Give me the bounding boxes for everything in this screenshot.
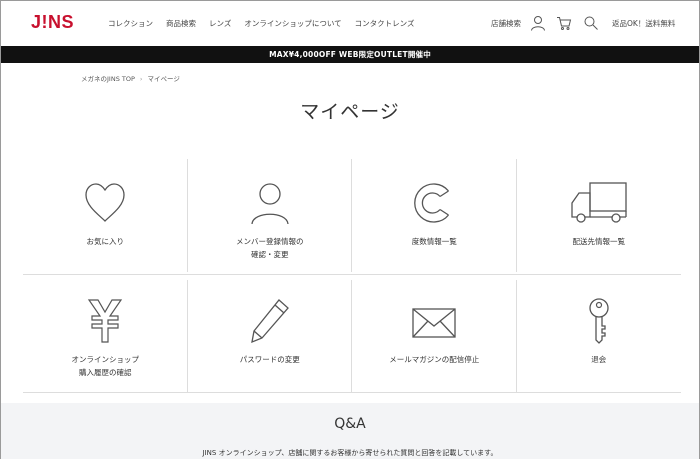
c-ring-icon xyxy=(414,183,450,223)
menu-withdraw[interactable]: 退会 xyxy=(517,280,682,397)
menu-label-prescription-list: 度数情報一覧 xyxy=(411,237,457,246)
free-shipping-note[interactable]: 返品OK！送料無料 xyxy=(612,18,675,29)
menu-member-info[interactable]: メンバー登録情報の 確認・変更 xyxy=(188,159,353,276)
store-search-link[interactable]: 店舗検索 xyxy=(491,18,521,29)
menu-purchase-history[interactable]: オンラインショップ 購入履歴の確認 xyxy=(23,280,188,397)
main-nav: コレクション 商品検索 レンズ オンラインショップについて コンタクトレンズ xyxy=(108,18,428,29)
breadcrumb-home[interactable]: メガネのJINS TOP xyxy=(81,75,135,83)
heart-icon xyxy=(85,183,125,222)
nav-item-product-search[interactable]: 商品検索 xyxy=(166,18,196,29)
jins-logo[interactable]: J!NS xyxy=(31,12,74,33)
menu-label-newsletter-unsubscribe: メールマガジンの配信停止 xyxy=(389,355,480,364)
yen-icon xyxy=(88,299,123,343)
search-icon[interactable] xyxy=(583,15,599,31)
menu-label-favorites: お気に入り xyxy=(86,237,125,246)
menu-favorites[interactable]: お気に入り xyxy=(23,159,188,276)
cart-icon[interactable] xyxy=(556,15,572,31)
nav-item-lens[interactable]: レンズ xyxy=(209,18,231,29)
breadcrumb: メガネのJINS TOP › マイページ xyxy=(81,73,180,83)
menu-label-shipping-address-list: 配送先情報一覧 xyxy=(572,237,626,246)
mypage-menu-grid: お気に入り メンバー登録情報の 確認・変更 度数情報一覧 配送先情報一覧 オンラ… xyxy=(23,159,681,393)
qa-description: JINS オンラインショップ、店舗に関するお客様から寄せられた質問と回答を記載し… xyxy=(202,449,498,457)
envelope-icon xyxy=(412,308,456,338)
truck-icon xyxy=(571,182,627,223)
qa-title: Q&A xyxy=(334,416,366,432)
nav-item-contact-lens[interactable]: コンタクトレンズ xyxy=(355,18,415,29)
user-icon[interactable] xyxy=(530,15,546,31)
person-icon xyxy=(251,183,289,225)
breadcrumb-current: マイページ xyxy=(147,75,180,83)
qa-section: Q&A JINS オンラインショップ、店舗に関するお客様から寄せられた質問と回答… xyxy=(1,403,699,459)
pencil-icon xyxy=(250,299,289,344)
site-header: J!NS コレクション 商品検索 レンズ オンラインショップについて コンタクト… xyxy=(1,1,699,46)
menu-newsletter-unsubscribe[interactable]: メールマガジンの配信停止 xyxy=(352,280,517,397)
nav-item-collection[interactable]: コレクション xyxy=(108,18,153,29)
menu-label-withdraw: 退会 xyxy=(591,355,607,364)
key-icon xyxy=(589,298,609,344)
menu-label-password-change: パスワードの変更 xyxy=(239,355,300,364)
menu-shipping-address-list[interactable]: 配送先情報一覧 xyxy=(517,159,682,276)
outlet-banner[interactable]: MAX¥4,000OFF WEB限定OUTLET開催中 xyxy=(1,46,699,63)
menu-password-change[interactable]: パスワードの変更 xyxy=(188,280,353,397)
breadcrumb-separator: › xyxy=(139,75,143,83)
menu-label-member-info: メンバー登録情報の 確認・変更 xyxy=(236,237,304,259)
menu-prescription-list[interactable]: 度数情報一覧 xyxy=(352,159,517,276)
nav-item-about-online-shop[interactable]: オンラインショップについて xyxy=(244,18,341,29)
page-title: マイページ xyxy=(300,101,400,123)
menu-label-purchase-history: オンラインショップ 購入履歴の確認 xyxy=(71,355,140,377)
